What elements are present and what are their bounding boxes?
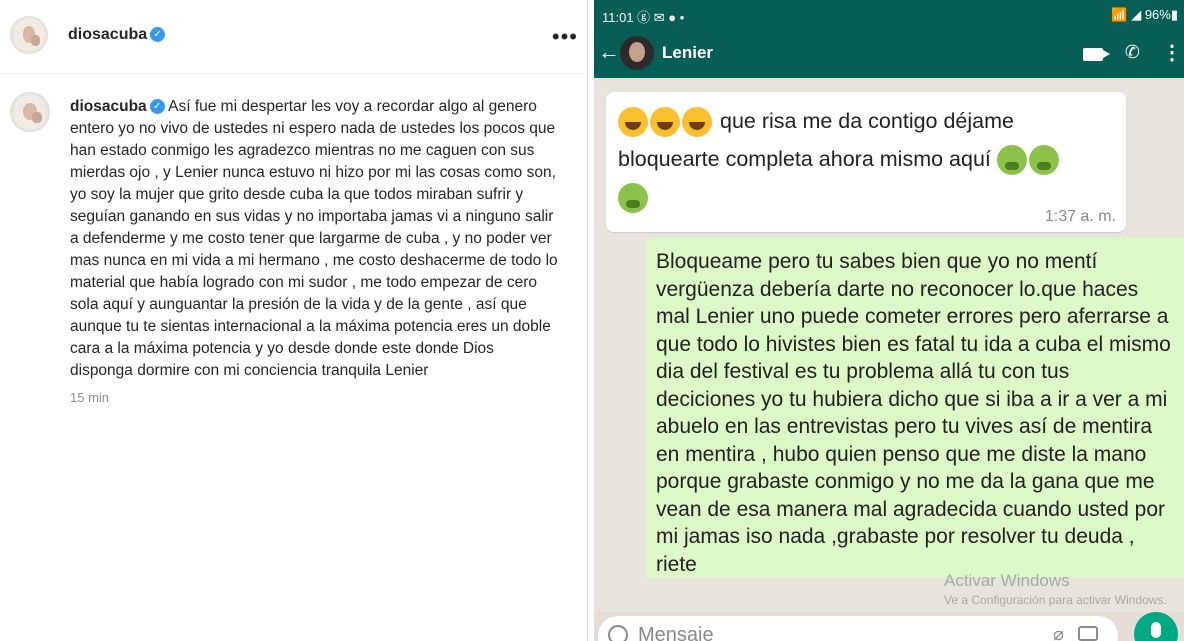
chat-header: ← Lenier ✆ ⋮ <box>594 30 1184 78</box>
camera-icon[interactable] <box>1078 626 1098 641</box>
caption-block: diosacuba ✓ Así fue mi despertar les voy … <box>70 96 560 405</box>
emoji-picker-icon[interactable] <box>608 625 628 641</box>
post-timestamp: 15 min <box>70 390 110 405</box>
incoming-message-time: 1:37 a. m. <box>1044 208 1116 225</box>
back-arrow-icon[interactable]: ← <box>598 39 620 65</box>
verified-badge-icon: ✓ <box>149 99 165 115</box>
nauseated-emoji-icon <box>996 145 1027 176</box>
nauseated-emoji-icon <box>1028 145 1059 176</box>
incoming-text-part1: que risa me da contigo déjame <box>719 109 1014 133</box>
phone-call-icon[interactable]: ✆ <box>1125 42 1140 63</box>
caption-body: Así fue mi despertar les voy a recordar … <box>70 98 558 379</box>
more-options-icon[interactable]: ••• <box>552 24 578 50</box>
message-input[interactable]: Mensaje ⌀ <box>598 616 1118 641</box>
status-battery: 📶 ◢ 96%▮ <box>1111 7 1178 22</box>
laughing-emoji-icon <box>650 107 680 138</box>
profile-avatar[interactable] <box>10 16 48 54</box>
caption-username[interactable]: diosacuba <box>70 98 147 115</box>
video-call-icon[interactable] <box>1082 48 1110 61</box>
incoming-text-part2: bloquearte completa ahora mismo aquí <box>618 147 991 171</box>
verified-badge-icon: ✓ <box>150 27 166 43</box>
instagram-post: diosacuba ✓ ••• diosacuba ✓ Así fue mi des… <box>0 0 588 641</box>
post-header: diosacuba ✓ ••• <box>0 0 588 74</box>
microphone-icon <box>1151 622 1161 638</box>
chat-area: que risa me da contigo déjame bloquearte… <box>594 78 1184 614</box>
status-time: 11:01 ⓖ ✉ ● • <box>602 10 685 25</box>
caption-avatar[interactable] <box>10 92 50 132</box>
menu-kebab-icon[interactable]: ⋮ <box>1162 40 1182 65</box>
outgoing-message[interactable]: Bloqueame pero tu sabes bien que yo no m… <box>646 238 1184 578</box>
contact-avatar[interactable] <box>620 36 654 70</box>
outgoing-message-text: Bloqueame pero tu sabes bien que yo no m… <box>656 250 1171 576</box>
windows-activation-watermark: Activar Windows Ve a Configuración para … <box>944 571 1167 607</box>
caption-text: diosacuba ✓ Así fue mi despertar les voy … <box>70 96 560 382</box>
microphone-button[interactable] <box>1134 612 1178 641</box>
watermark-subtitle: Ve a Configuración para activar Windows. <box>944 593 1167 607</box>
incoming-message-text: que risa me da contigo déjame bloquearte… <box>618 102 1116 216</box>
composer-bar: Mensaje ⌀ <box>594 612 1184 641</box>
message-placeholder: Mensaje <box>638 624 714 641</box>
watermark-title: Activar Windows <box>944 571 1070 590</box>
whatsapp-screenshot: 11:01 ⓖ ✉ ● • 📶 ◢ 96%▮ ← Lenier ✆ ⋮ que … <box>594 0 1184 641</box>
laughing-emoji-icon <box>618 107 648 138</box>
attach-clip-icon[interactable]: ⌀ <box>1053 624 1064 641</box>
nauseated-emoji-icon <box>618 183 648 214</box>
status-bar: 11:01 ⓖ ✉ ● • 📶 ◢ 96%▮ <box>594 0 1184 30</box>
contact-name[interactable]: Lenier <box>662 43 713 63</box>
incoming-message[interactable]: que risa me da contigo déjame bloquearte… <box>606 92 1126 232</box>
laughing-emoji-icon <box>682 107 712 138</box>
header-username[interactable]: diosacuba <box>68 26 147 43</box>
